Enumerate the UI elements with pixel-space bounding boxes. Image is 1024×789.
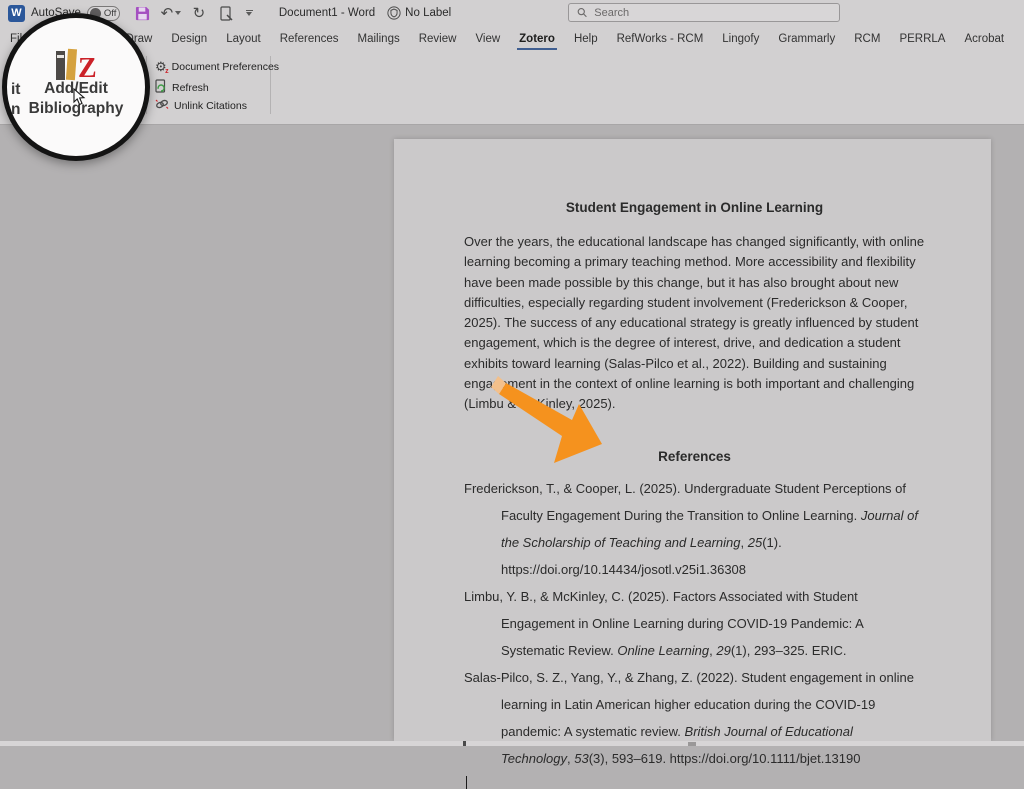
document-check-icon[interactable] [218,4,236,22]
search-box[interactable] [568,3,840,22]
tab-refworks-rcm[interactable]: RefWorks - RCM [617,28,704,51]
undo-dropdown-icon[interactable] [175,11,181,15]
tab-mailings[interactable]: Mailings [358,28,400,51]
shield-icon [387,6,401,20]
annotation-arrow-icon [488,372,613,472]
customize-qat-button[interactable] [246,10,253,16]
autosave-state: Off [104,8,117,19]
refresh-button[interactable]: Refresh [155,79,209,96]
mouse-cursor-icon [73,88,87,106]
search-icon [577,7,587,18]
quick-access-toolbar: ↶ ↻ [134,4,253,22]
tab-perrla[interactable]: PERRLA [899,28,945,51]
tab-design[interactable]: Design [171,28,207,51]
ribbon: ⚙z Document Preferences Refresh Unlink C… [0,52,1024,125]
ribbon-tabs: FileDrawDesignLayoutReferencesMailingsRe… [0,26,1024,52]
status-bar [0,741,1024,746]
word-logo-icon: W [8,5,25,22]
tab-references[interactable]: References [280,28,339,51]
sensitivity-label-badge[interactable]: No Label [387,6,451,20]
tab-lingofy[interactable]: Lingofy [722,28,759,51]
reference-entry: Salas-Pilco, S. Z., Yang, Y., & Zhang, Z… [464,664,925,772]
unlink-citations-button[interactable]: Unlink Citations [155,98,247,113]
references-list: Frederickson, T., & Cooper, L. (2025). U… [464,475,925,772]
unlink-icon [155,98,169,113]
tab-layout[interactable]: Layout [226,28,261,51]
magnifier-overlay: Z it n Add/Edit Bibliography [2,13,150,161]
title-bar: W AutoSave Off ↶ ↻ Documen [0,0,1024,26]
tab-zotero[interactable]: Zotero [519,28,555,51]
reference-entry: Frederickson, T., & Cooper, L. (2025). U… [464,475,925,583]
doc-heading: Student Engagement in Online Learning [464,199,925,217]
search-input[interactable] [594,7,831,19]
document-title: Document1 - Word [279,7,375,19]
gear-icon: ⚙z [155,60,167,73]
document-preferences-button[interactable]: ⚙z Document Preferences [155,60,279,73]
undo-button[interactable]: ↶ [162,4,180,22]
tab-review[interactable]: Review [419,28,457,51]
text-cursor [466,776,467,789]
save-button[interactable] [134,4,152,22]
tab-view[interactable]: View [475,28,500,51]
tab-acrobat[interactable]: Acrobat [964,28,1004,51]
label-badge-text: No Label [405,7,451,19]
document-page[interactable]: Student Engagement in Online Learning Ov… [394,139,991,741]
tab-rcm[interactable]: RCM [854,28,880,51]
redo-button[interactable]: ↻ [190,4,208,22]
reference-entry: Limbu, Y. B., & McKinley, C. (2025). Fac… [464,583,925,664]
tab-grammarly[interactable]: Grammarly [778,28,835,51]
refresh-icon [155,79,167,96]
tab-help[interactable]: Help [574,28,598,51]
